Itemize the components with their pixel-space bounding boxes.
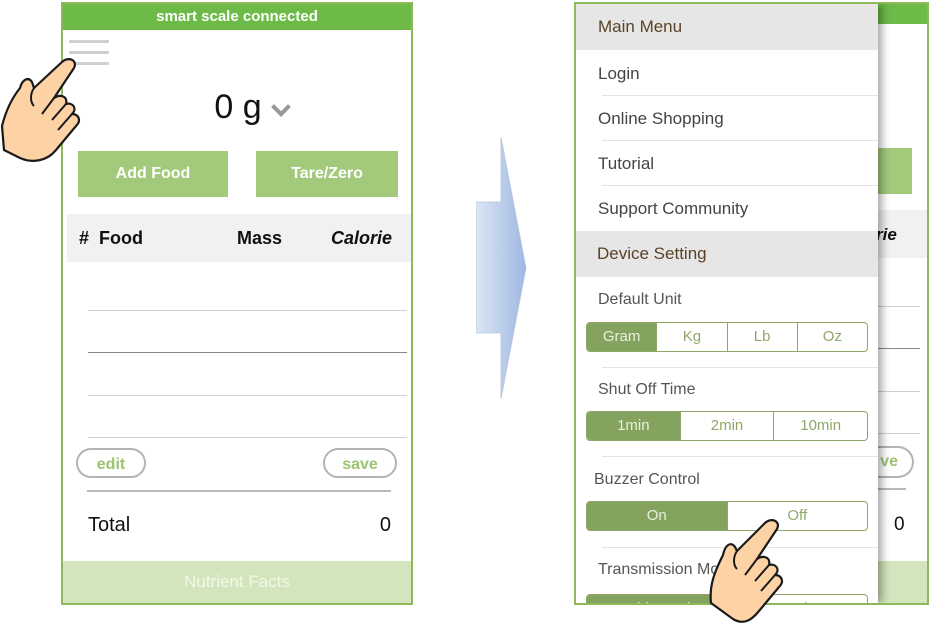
device-setting-header: Device Setting (576, 231, 878, 277)
chevron-down-icon[interactable] (270, 97, 291, 117)
column-header-number: # (79, 228, 90, 248)
add-food-button[interactable]: Add Food (78, 151, 228, 197)
column-header-calorie: Calorie (331, 228, 393, 248)
main-screen: smart scale connected 0 g Add Food Tare/… (61, 2, 413, 605)
nutrient-facts-button[interactable]: Nutrient Facts (63, 561, 411, 603)
pointing-hand-icon (709, 519, 784, 623)
pointing-hand-icon (0, 58, 81, 162)
transition-arrow-icon (476, 137, 527, 399)
total-label: Total (88, 514, 131, 536)
save-button[interactable]: save (323, 448, 397, 478)
table-row (88, 395, 407, 396)
menu-item-support-community[interactable]: Support Community (576, 186, 878, 231)
default-unit-selector: Gram Kg Lb Oz (586, 322, 868, 352)
food-table-header: rie (876, 210, 927, 258)
divider (602, 367, 878, 368)
total-value: 0 (379, 514, 391, 536)
unit-option-kg[interactable]: Kg (656, 323, 726, 351)
table-row (876, 348, 920, 349)
tare-zero-button[interactable]: Tare/Zero (256, 151, 398, 197)
table-row (88, 310, 407, 311)
divider (876, 488, 906, 490)
unit-option-oz[interactable]: Oz (796, 323, 867, 351)
connection-status-bar: smart scale connected (63, 4, 411, 30)
nutrient-facts-button (876, 561, 927, 603)
menu-item-tutorial[interactable]: Tutorial (576, 141, 878, 186)
shutoff-option-10min[interactable]: 10min (773, 412, 867, 440)
shut-off-time-label: Shut Off Time (598, 381, 696, 398)
table-row (88, 352, 407, 353)
weight-display: 0 g (63, 88, 411, 127)
menu-item-online-shopping[interactable]: Online Shopping (576, 96, 878, 141)
default-unit-label: Default Unit (598, 291, 682, 308)
edit-button[interactable]: edit (76, 448, 146, 478)
column-header-mass: Mass (237, 228, 283, 248)
table-row (876, 433, 920, 434)
divider (87, 490, 391, 492)
shutoff-option-1min[interactable]: 1min (587, 412, 680, 440)
shut-off-time-selector: 1min 2min 10min (586, 411, 868, 441)
weight-value: 0 g (214, 88, 262, 126)
save-button: ve (872, 446, 914, 478)
table-row (876, 306, 920, 307)
menu-item-login[interactable]: Login (576, 51, 878, 96)
transmission-mode-label: Transmission Mo (598, 561, 720, 578)
column-header-food: Food (99, 228, 143, 248)
shutoff-option-2min[interactable]: 2min (679, 412, 774, 440)
tare-zero-button (876, 148, 912, 194)
table-row (88, 437, 407, 438)
food-table-header: # Food Mass Calorie (67, 214, 411, 262)
unit-option-gram[interactable]: Gram (587, 323, 657, 351)
side-drawer-menu: Main Menu Login Online Shopping Tutorial… (576, 4, 878, 603)
main-menu-header: Main Menu (576, 4, 878, 50)
unit-option-lb[interactable]: Lb (726, 323, 797, 351)
total-value: 0 (894, 514, 905, 535)
buzzer-control-label: Buzzer Control (594, 471, 700, 488)
column-header-calorie: rie (876, 225, 897, 244)
table-row (876, 391, 920, 392)
divider (602, 456, 878, 457)
